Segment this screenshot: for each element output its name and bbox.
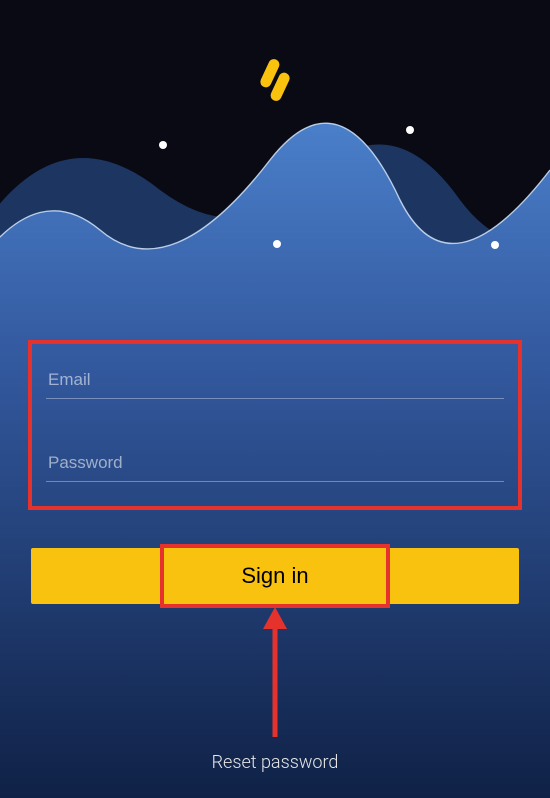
app-logo-icon (252, 55, 298, 109)
arrow-annotation-icon (260, 607, 290, 741)
signin-button[interactable]: Sign in (31, 548, 519, 604)
password-field[interactable] (46, 445, 504, 482)
login-form-highlight (28, 340, 522, 510)
reset-password-link[interactable]: Reset password (0, 752, 550, 773)
email-field[interactable] (46, 362, 504, 399)
